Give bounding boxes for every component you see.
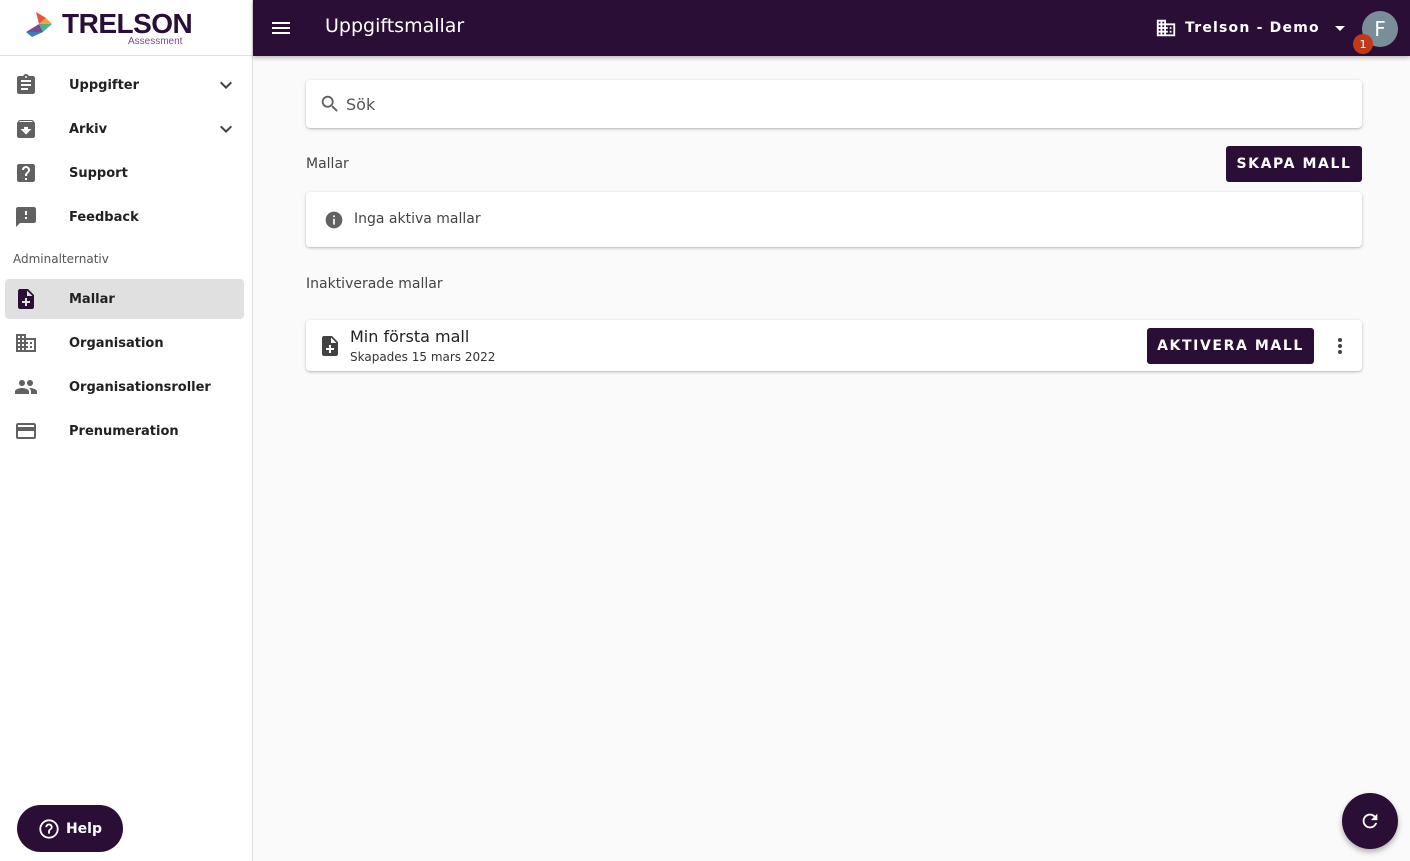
refresh-button[interactable] bbox=[1342, 793, 1398, 849]
credit-card-icon bbox=[16, 423, 36, 439]
organization-select[interactable]: Trelson - Demo bbox=[1155, 16, 1352, 40]
notification-badge: 1 bbox=[1353, 34, 1373, 54]
more-vert-icon[interactable] bbox=[1330, 334, 1350, 358]
search-bar bbox=[306, 80, 1362, 128]
sidebar-item-uppgifter[interactable]: Uppgifter bbox=[0, 63, 252, 107]
template-created-date: Skapades 15 mars 2022 bbox=[350, 350, 496, 364]
app-header: Uppgiftsmallar Trelson - Demo F 1 bbox=[253, 0, 1410, 56]
activate-template-button[interactable]: AKTIVERA MALL bbox=[1147, 328, 1314, 364]
sidebar-item-label: Organisation bbox=[69, 335, 164, 351]
sidebar-item-feedback[interactable]: Feedback bbox=[0, 195, 252, 239]
empty-templates-notice: Inga aktiva mallar bbox=[306, 192, 1362, 247]
sidebar-item-arkiv[interactable]: Arkiv bbox=[0, 107, 252, 151]
sidebar-item-organisationsroller[interactable]: Organisationsroller bbox=[0, 365, 252, 409]
sidebar-item-mallar[interactable]: Mallar bbox=[5, 279, 244, 319]
create-template-button[interactable]: SKAPA MALL bbox=[1226, 146, 1362, 182]
people-icon bbox=[15, 380, 37, 394]
help-box-icon bbox=[17, 164, 35, 182]
sidebar-item-label: Prenumeration bbox=[69, 423, 179, 439]
help-button[interactable]: Help bbox=[17, 805, 123, 852]
admin-nav: Mallar Organisation Organisationsroller … bbox=[0, 279, 252, 453]
sidebar-item-label: Mallar bbox=[69, 291, 115, 307]
search-input[interactable] bbox=[346, 80, 1346, 128]
menu-icon[interactable] bbox=[269, 16, 293, 40]
empty-message: Inga aktiva mallar bbox=[354, 211, 481, 227]
main-nav: Uppgifter Arkiv Support Feedback bbox=[0, 56, 252, 239]
search-icon bbox=[321, 95, 338, 112]
sidebar-item-label: Support bbox=[69, 165, 128, 181]
business-icon bbox=[1156, 19, 1176, 37]
template-list-item: Min första mall Skapades 15 mars 2022 AK… bbox=[306, 320, 1362, 371]
sidebar-item-prenumeration[interactable]: Prenumeration bbox=[0, 409, 252, 453]
sidebar-item-label: Feedback bbox=[69, 209, 139, 225]
refresh-icon bbox=[1362, 813, 1378, 829]
archive-icon bbox=[17, 120, 35, 138]
sidebar-item-label: Arkiv bbox=[69, 121, 108, 137]
admin-section-label: Adminalternativ bbox=[13, 252, 109, 266]
feedback-icon bbox=[16, 207, 36, 227]
template-name: Min första mall bbox=[350, 327, 470, 346]
sidebar-item-label: Organisationsroller bbox=[69, 379, 211, 395]
organization-name: Trelson - Demo bbox=[1185, 20, 1320, 36]
note-add-icon bbox=[18, 289, 34, 309]
inactive-templates-heading: Inaktiverade mallar bbox=[306, 276, 443, 292]
templates-heading: Mallar bbox=[306, 156, 349, 172]
brand-logo[interactable]: TRELSON Assessment bbox=[0, 0, 252, 56]
business-icon bbox=[16, 334, 36, 352]
help-label: Help bbox=[65, 820, 103, 837]
page-title: Uppgiftsmallar bbox=[325, 15, 465, 37]
note-add-icon bbox=[322, 336, 338, 356]
chevron-down-icon[interactable] bbox=[214, 73, 238, 97]
info-icon bbox=[325, 211, 343, 229]
sidebar-item-label: Uppgifter bbox=[69, 77, 140, 93]
caret-down-icon bbox=[1334, 26, 1345, 31]
sidebar-item-support[interactable]: Support bbox=[0, 151, 252, 195]
clipboard-icon bbox=[17, 74, 35, 94]
sidebar-item-organisation[interactable]: Organisation bbox=[0, 321, 252, 365]
chevron-down-icon[interactable] bbox=[214, 117, 238, 141]
help-circle-icon bbox=[39, 818, 59, 839]
sidebar: TRELSON Assessment Uppgifter Arkiv Suppo… bbox=[0, 0, 253, 861]
logo-mark-icon bbox=[26, 12, 52, 37]
brand-subtitle: Assessment bbox=[128, 36, 183, 47]
